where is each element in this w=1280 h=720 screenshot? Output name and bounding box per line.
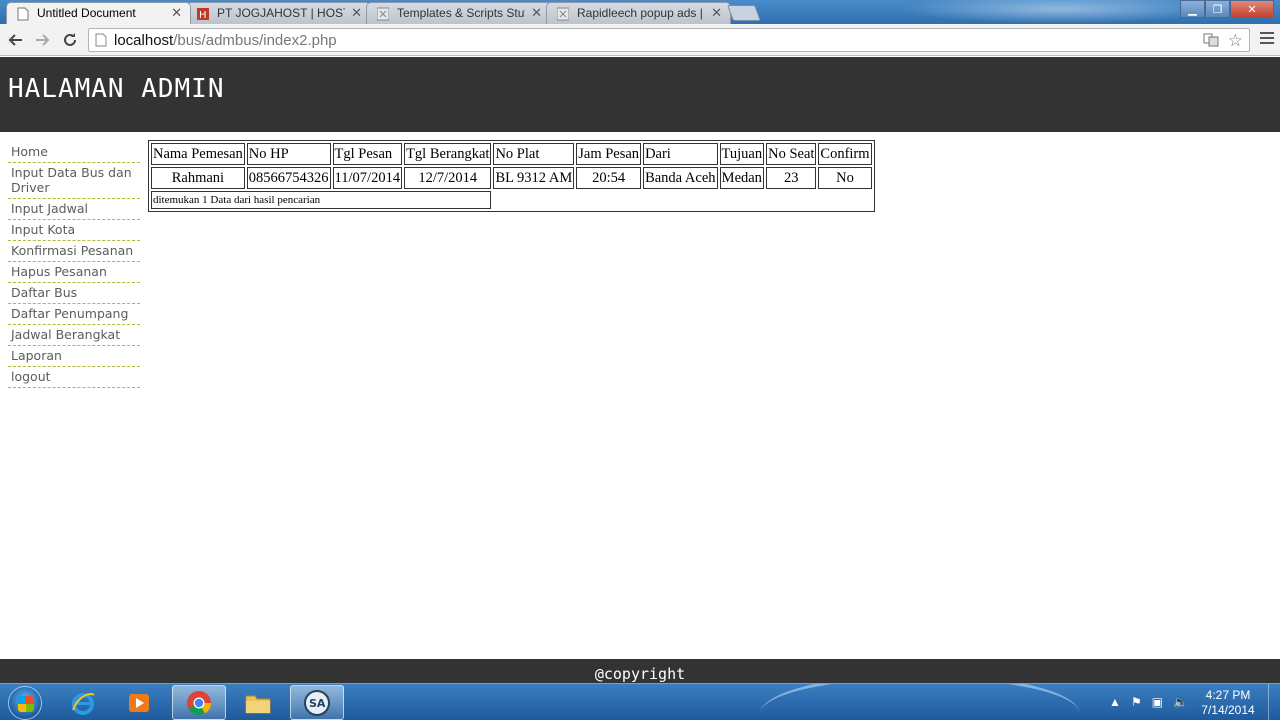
table-footer-row: ditemukan 1 Data dari hasil pencarian (151, 191, 872, 209)
media-player-icon (129, 693, 149, 712)
clock-date: 7/14/2014 (1201, 703, 1255, 717)
column-header: No HP (246, 143, 331, 165)
page: HALAMAN ADMIN Home Input Data Bus dan Dr… (0, 57, 1280, 683)
folder-icon (245, 695, 271, 713)
sidebar-item-home[interactable]: Home (8, 142, 140, 163)
sa-app-icon: SA (304, 689, 330, 716)
column-header: No Plat (493, 143, 575, 165)
favicon-h-icon: H (197, 7, 209, 21)
tab-title: Rapidleech popup ads | Ka (577, 6, 705, 20)
close-icon[interactable]: ✕ (711, 5, 722, 21)
table-cell: Banda Aceh (643, 167, 718, 189)
taskbar-media-player[interactable] (112, 685, 166, 720)
back-arrow-icon[interactable] (5, 29, 27, 51)
sidebar-item-konfirmasi-pesanan[interactable]: Konfirmasi Pesanan (8, 241, 140, 262)
sidebar-item-input-kota[interactable]: Input Kota (8, 220, 140, 241)
close-window-icon[interactable]: ✕ (1230, 0, 1274, 18)
copyright-text: @copyright (594, 665, 686, 683)
sidebar-item-daftar-bus[interactable]: Daftar Bus (8, 283, 140, 304)
show-desktop-button[interactable] (1268, 684, 1280, 720)
column-header: Jam Pesan (576, 143, 642, 165)
sidebar-item-daftar-penumpang[interactable]: Daftar Penumpang (8, 304, 140, 325)
minimize-icon[interactable]: ▁ (1180, 0, 1205, 18)
taskbar-internet-explorer[interactable] (56, 685, 110, 720)
sidebar-item-logout[interactable]: logout (8, 367, 140, 388)
sidebar: Home Input Data Bus dan Driver Input Jad… (8, 142, 140, 388)
table-header-row: Nama Pemesan No HP Tgl Pesan Tgl Berangk… (151, 143, 872, 165)
window-controls: ▁ ❐ ✕ (1180, 0, 1274, 18)
url-text: localhost/bus/admbus/index2.php (114, 32, 337, 49)
tab-title: PT JOGJAHOST | HOSTING (217, 6, 345, 20)
favicon-icon (376, 7, 390, 21)
table-cell: No (818, 167, 872, 189)
taskbar-sa-app[interactable]: SA (290, 685, 344, 720)
column-header: Tgl Berangkat (404, 143, 492, 165)
chrome-icon (187, 690, 211, 715)
page-header: HALAMAN ADMIN (0, 57, 1280, 132)
forward-arrow-icon[interactable] (31, 29, 53, 51)
close-icon[interactable]: ✕ (171, 5, 182, 21)
tab-title: Templates & Scripts Stuff (397, 6, 525, 20)
table-cell: 20:54 (576, 167, 642, 189)
table-cell: 12/7/2014 (404, 167, 492, 189)
tab-jogjahost[interactable]: H PT JOGJAHOST | HOSTING ✕ (186, 2, 371, 24)
start-button[interactable] (8, 686, 42, 720)
new-tab-button[interactable] (727, 5, 761, 21)
clock-time: 4:27 PM (1205, 688, 1251, 702)
close-icon[interactable]: ✕ (351, 5, 362, 21)
show-hidden-icons-icon[interactable]: ▲ (1109, 695, 1121, 709)
action-center-flag-icon[interactable]: ⚑ (1131, 695, 1142, 709)
taskbar-file-explorer[interactable] (231, 685, 285, 720)
column-header: No Seat (766, 143, 817, 165)
tab-title: Untitled Document (37, 6, 136, 20)
clock[interactable]: 4:27 PM 7/14/2014 (1198, 688, 1258, 718)
column-header: Dari (643, 143, 718, 165)
sidebar-item-input-jadwal[interactable]: Input Jadwal (8, 199, 140, 220)
sidebar-item-hapus-pesanan[interactable]: Hapus Pesanan (8, 262, 140, 283)
menu-icon[interactable] (1260, 32, 1274, 47)
table-cell: 08566754326 (246, 167, 331, 189)
browser-tab-strip: Untitled Document ✕ H PT JOGJAHOST | HOS… (0, 0, 1280, 24)
bookmark-star-icon[interactable]: ☆ (1228, 31, 1243, 51)
table-cell: Medan (719, 167, 765, 189)
address-bar[interactable]: localhost/bus/admbus/index2.php ☆ (88, 28, 1250, 52)
tab-rapidleech[interactable]: Rapidleech popup ads | Ka ✕ (546, 2, 731, 24)
translate-icon[interactable] (1203, 33, 1219, 52)
page-footer: @copyright (0, 659, 1280, 683)
close-icon[interactable]: ✕ (531, 5, 542, 21)
result-count-text: ditemukan 1 Data dari hasil pencarian (151, 191, 492, 209)
table-cell: BL 9312 AM (493, 167, 575, 189)
reload-icon[interactable] (59, 29, 81, 51)
network-icon[interactable]: ▣ (1152, 695, 1163, 709)
sidebar-item-input-data-bus[interactable]: Input Data Bus dan Driver (8, 163, 140, 199)
tab-untitled-document[interactable]: Untitled Document ✕ (6, 2, 191, 24)
favicon-icon (556, 7, 570, 21)
taskbar-chrome[interactable] (172, 685, 226, 720)
column-header: Nama Pemesan (151, 143, 245, 165)
table-cell: 11/07/2014 (332, 167, 403, 189)
volume-icon[interactable]: 🔈 (1173, 695, 1188, 709)
column-header: Tujuan (719, 143, 765, 165)
windows-logo-icon (18, 696, 34, 712)
svg-text:SA: SA (309, 697, 326, 710)
restore-icon[interactable]: ❐ (1205, 0, 1230, 18)
sidebar-item-laporan[interactable]: Laporan (8, 346, 140, 367)
sidebar-item-jadwal-berangkat[interactable]: Jadwal Berangkat (8, 325, 140, 346)
table-cell: 23 (766, 167, 817, 189)
column-header: Confirm (818, 143, 872, 165)
svg-text:H: H (199, 10, 207, 21)
browser-toolbar: localhost/bus/admbus/index2.php ☆ (0, 24, 1280, 56)
column-header: Tgl Pesan (332, 143, 403, 165)
page-icon (95, 33, 107, 52)
table-row: Rahmani 08566754326 11/07/2014 12/7/2014… (151, 167, 872, 189)
booking-table: Nama Pemesan No HP Tgl Pesan Tgl Berangk… (148, 140, 875, 212)
taskbar: SA ▲ ⚑ ▣ 🔈 4:27 PM 7/14/2014 (0, 683, 1280, 720)
table-cell: Rahmani (151, 167, 245, 189)
internet-explorer-icon (72, 692, 95, 715)
page-title: HALAMAN ADMIN (8, 74, 225, 104)
tab-templates-scripts[interactable]: Templates & Scripts Stuff ✕ (366, 2, 551, 24)
page-icon (17, 7, 29, 21)
